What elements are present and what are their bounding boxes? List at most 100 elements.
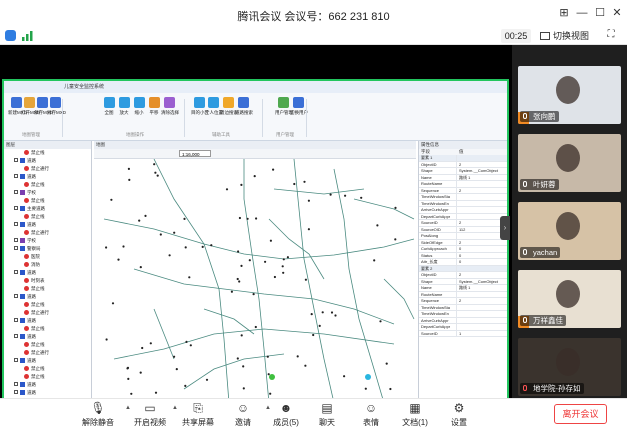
ribbon-button[interactable]: 另存MXD <box>47 97 66 116</box>
pin-icon[interactable]: ⊞ <box>556 5 572 21</box>
collapse-panel-button[interactable]: › <box>500 216 510 240</box>
layer-label: 消防 <box>31 262 40 267</box>
layer-item[interactable]: 道路 <box>4 269 91 277</box>
route-stop-marker[interactable] <box>269 374 275 380</box>
ribbon-button[interactable]: 放大 <box>116 97 132 116</box>
layer-item[interactable]: 道路 <box>4 389 91 397</box>
layer-item[interactable]: 禁止通行 <box>4 229 91 237</box>
layer-item[interactable]: 道路 <box>4 317 91 325</box>
layer-checkbox[interactable] <box>14 318 18 322</box>
participant-tile[interactable]: 地学院-孙存如 <box>518 338 621 396</box>
layer-checkbox[interactable] <box>14 222 18 226</box>
layer-symbol-icon <box>24 341 29 347</box>
layer-item[interactable]: 道路 <box>4 333 91 341</box>
layer-checkbox[interactable] <box>14 190 18 194</box>
layer-item[interactable]: 学校 <box>4 189 91 197</box>
participant-tile[interactable]: 万祥鑫佳 <box>518 270 621 328</box>
ribbon-button[interactable]: 全图 <box>101 97 117 116</box>
layer-item[interactable]: 禁止线 <box>4 213 91 221</box>
property-row[interactable]: SourceID 1 <box>419 330 507 337</box>
layer-symbol-icon <box>24 253 29 259</box>
layer-item[interactable]: 禁止线 <box>4 301 91 309</box>
layer-item[interactable]: 禁止通行 <box>4 309 91 317</box>
layer-checkbox[interactable] <box>14 382 18 386</box>
layer-item[interactable]: 禁止线 <box>4 285 91 293</box>
ribbon-button[interactable]: 个人位置 <box>205 97 223 116</box>
layer-item[interactable]: 道路 <box>4 221 91 229</box>
layer-checkbox[interactable] <box>14 206 18 210</box>
layer-item[interactable]: 道路 <box>4 381 91 389</box>
ribbon-button[interactable]: 用户管理 <box>275 97 293 116</box>
switch-view-button[interactable]: 切换视图 <box>540 29 589 43</box>
participant-tile[interactable]: yachan <box>518 202 621 260</box>
control-invite[interactable]: ☺ 邀请 <box>221 402 265 428</box>
layer-item[interactable]: 禁止通行 <box>4 349 91 357</box>
layer-item[interactable]: 禁止通行 <box>4 165 91 173</box>
ribbon-button-label: 平移 <box>149 110 159 115</box>
control-share-screen[interactable]: ⎘ 共享屏幕 <box>176 402 220 428</box>
ribbon-button[interactable]: 清除选择 <box>161 97 179 116</box>
layer-item[interactable]: 禁止线 <box>4 197 91 205</box>
layer-checkbox[interactable] <box>14 238 18 242</box>
map-node <box>201 245 204 248</box>
participant-tile[interactable]: 张向鹏 <box>518 66 621 124</box>
layer-checkbox[interactable] <box>14 358 18 362</box>
layer-checkbox[interactable] <box>14 246 18 250</box>
control-mic-off[interactable]: 🎙 解除静音 <box>76 402 120 428</box>
layer-checkbox[interactable] <box>14 334 18 338</box>
layer-item[interactable]: 时刻表 <box>4 277 91 285</box>
map-node <box>185 340 188 343</box>
layer-item[interactable]: 禁止线 <box>4 341 91 349</box>
control-chat[interactable]: ▤ 聊天 <box>305 402 349 428</box>
layer-item[interactable]: 道路 <box>4 157 91 165</box>
close-icon[interactable]: ✕ <box>609 5 625 21</box>
layer-item[interactable]: 禁止线 <box>4 181 91 189</box>
layer-checkbox[interactable] <box>14 270 18 274</box>
layer-symbol-icon <box>20 189 25 195</box>
layer-label: 道路 <box>27 158 36 163</box>
layer-item[interactable]: 禁止线 <box>4 373 91 381</box>
video-options-caret-icon[interactable]: ▲ <box>172 405 178 411</box>
map-node <box>238 216 241 220</box>
control-emoji[interactable]: ☺ 表情 <box>349 402 393 428</box>
map-node <box>184 384 187 387</box>
road-network-map[interactable] <box>94 159 416 403</box>
ribbon-button[interactable]: 缩小 <box>131 97 147 116</box>
layer-checkbox[interactable] <box>14 158 18 162</box>
ribbon-button[interactable]: 平移 <box>146 97 162 116</box>
audio-options-caret-icon[interactable]: ▲ <box>125 405 131 411</box>
map-scale-select[interactable]: 1:16,000 <box>179 150 211 157</box>
network-signal-icon[interactable] <box>22 31 34 41</box>
maximize-icon[interactable]: ☐ <box>592 5 608 21</box>
layer-item[interactable]: 道路 <box>4 357 91 365</box>
ribbon-button[interactable]: 切换用户 <box>290 97 308 116</box>
control-document[interactable]: ▦ 文档(1) <box>393 402 437 428</box>
invite-options-caret-icon[interactable]: ▲ <box>265 405 271 411</box>
layer-item[interactable]: 道路 <box>4 293 91 301</box>
layer-item[interactable]: 主要道路 <box>4 205 91 213</box>
leave-meeting-button[interactable]: 离开会议 <box>554 404 607 424</box>
layer-item[interactable]: 警察局 <box>4 245 91 253</box>
layer-label: 禁止通行 <box>31 230 49 235</box>
layer-item[interactable]: 消防 <box>4 261 91 269</box>
ribbon-button[interactable]: 道路搜索 <box>235 97 253 116</box>
control-camera-off[interactable]: ▭ 开启视频 <box>128 402 172 428</box>
layer-item[interactable]: 禁止线 <box>4 325 91 333</box>
route-stop-marker[interactable] <box>365 374 371 380</box>
ribbon-button[interactable]: 周边搜索 <box>220 97 238 116</box>
layer-item[interactable]: 学校 <box>4 237 91 245</box>
security-shield-icon[interactable] <box>5 30 16 41</box>
control-settings[interactable]: ⚙ 设置 <box>437 402 481 428</box>
layer-item[interactable]: 医院 <box>4 253 91 261</box>
layer-checkbox[interactable] <box>14 390 18 394</box>
fullscreen-icon[interactable]: ⛶ <box>604 29 618 43</box>
layer-item[interactable]: 禁止线 <box>4 365 91 373</box>
participant-tile[interactable]: 叶妍蓉 <box>518 134 621 192</box>
layer-checkbox[interactable] <box>14 174 18 178</box>
layer-item[interactable]: 道路 <box>4 173 91 181</box>
layer-checkbox[interactable] <box>14 294 18 298</box>
shared-screen[interactable]: 儿童安全监控系统 新建MXD 打开MXD 保存MXD 另存MXD 全图 放大 缩小 平移 清除选… <box>2 79 509 426</box>
layer-item[interactable]: 禁止线 <box>4 149 91 157</box>
minimize-icon[interactable]: — <box>574 5 590 21</box>
layer-label: 时刻表 <box>31 278 45 283</box>
